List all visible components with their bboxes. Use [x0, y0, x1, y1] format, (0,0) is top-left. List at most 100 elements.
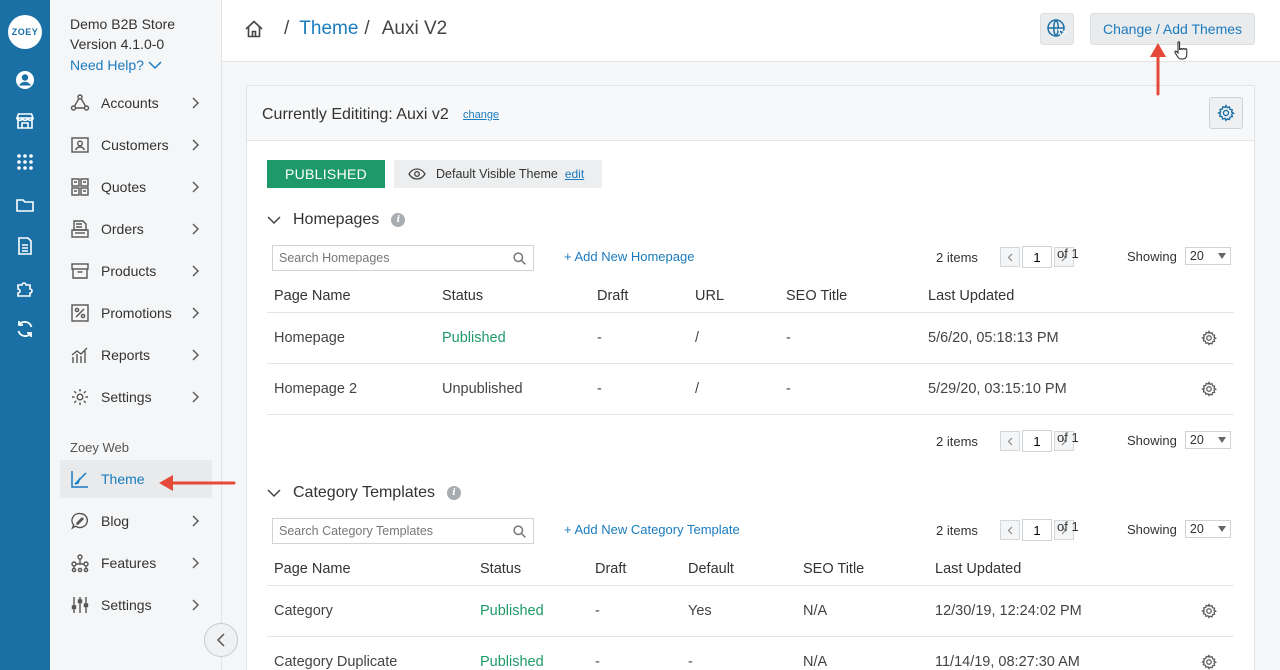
- promotions-icon: [71, 304, 89, 322]
- info-icon[interactable]: i: [391, 213, 406, 227]
- page-size-select[interactable]: 20: [1184, 520, 1231, 538]
- page-number-input[interactable]: [1022, 519, 1052, 541]
- chevron-left-icon: [216, 633, 225, 647]
- need-help-dropdown[interactable]: Need Help?: [70, 57, 162, 73]
- category-page-size: Showing 20: [1127, 520, 1231, 538]
- search-category-templates-input[interactable]: [273, 524, 503, 538]
- last-updated-cell: 5/29/20, 03:15:10 PM: [921, 363, 1194, 415]
- chevron-down-icon[interactable]: [267, 488, 281, 498]
- account-circle-icon[interactable]: [14, 69, 36, 91]
- gear-icon[interactable]: [1201, 602, 1217, 619]
- add-new-category-template-link[interactable]: + Add New Category Template: [564, 522, 740, 537]
- info-icon[interactable]: i: [447, 486, 461, 500]
- column-header: Draft: [590, 280, 688, 313]
- prev-page-button[interactable]: [1000, 520, 1020, 540]
- last-updated-cell: 11/14/19, 08:27:30 AM: [928, 636, 1194, 670]
- sidebar-item-products[interactable]: Products: [60, 252, 212, 290]
- refresh-icon[interactable]: [14, 318, 36, 340]
- sidebar-item-label: Reports: [101, 347, 151, 363]
- table-row[interactable]: Homepage Published - / - 5/6/20, 05:18:1…: [267, 312, 1234, 364]
- search-icon[interactable]: [513, 525, 526, 538]
- sidebar-item-quotes[interactable]: Quotes: [60, 168, 212, 206]
- showing-label: Showing: [1127, 521, 1177, 537]
- annotation-arrow-left: [159, 475, 236, 491]
- row-actions-cell: [1194, 363, 1234, 415]
- search-homepages-input[interactable]: [273, 251, 503, 265]
- store-icon[interactable]: [14, 110, 36, 132]
- chevron-right-icon: [192, 223, 199, 235]
- default-visible-theme-badge: Default Visible Theme edit: [394, 160, 602, 188]
- seo-title-cell: N/A: [796, 585, 928, 637]
- panel-title: Currently Edititing: Auxi v2: [262, 106, 449, 123]
- sidebar-item-reports[interactable]: Reports: [60, 336, 212, 374]
- quotes-icon: [71, 178, 89, 196]
- category-pager-top: 2 items: [936, 519, 1074, 541]
- orders-icon: [71, 220, 89, 238]
- breadcrumb-theme-link[interactable]: Theme: [299, 18, 358, 40]
- status-cell: Published: [473, 585, 588, 637]
- homepages-pager-bottom: 2 items: [936, 430, 1074, 452]
- page-number-input[interactable]: [1022, 430, 1052, 452]
- sidebar-item-accounts[interactable]: Accounts: [60, 84, 212, 122]
- table-row[interactable]: Homepage 2 Unpublished - / - 5/29/20, 03…: [267, 363, 1234, 415]
- column-header: Last Updated: [921, 280, 1194, 313]
- homepages-table: Page Name Status Draft URL SEO Title Las…: [267, 280, 1234, 415]
- change-theme-link[interactable]: change: [463, 109, 499, 121]
- page-total: of 1: [1057, 430, 1079, 445]
- prev-page-button[interactable]: [1000, 247, 1020, 267]
- sidebar-item-label: Settings: [101, 389, 152, 405]
- gear-icon[interactable]: [1201, 653, 1217, 670]
- gear-icon: [72, 389, 88, 405]
- sidebar-item-features[interactable]: Features: [60, 544, 212, 582]
- home-icon[interactable]: [244, 19, 264, 39]
- chevron-down-icon[interactable]: [267, 215, 281, 225]
- chevron-right-icon: [192, 265, 199, 277]
- customers-icon: [71, 137, 89, 153]
- document-icon[interactable]: [14, 235, 36, 257]
- table-header-row: Page Name Status Draft Default SEO Title…: [267, 553, 1234, 586]
- table-row[interactable]: Category Published - Yes N/A 12/30/19, 1…: [267, 585, 1234, 637]
- page-name-cell: Category: [267, 585, 473, 637]
- prev-page-button[interactable]: [1000, 431, 1020, 451]
- chevron-left-icon: [1007, 526, 1013, 534]
- add-new-homepage-link[interactable]: + Add New Homepage: [564, 249, 694, 264]
- search-category-templates: [272, 518, 534, 544]
- page-size-select[interactable]: 20: [1184, 431, 1231, 449]
- gear-icon[interactable]: [1201, 380, 1217, 397]
- sidebar-item-web-settings[interactable]: Settings: [60, 586, 212, 624]
- collapse-sidebar-button[interactable]: [204, 623, 238, 657]
- sidebar-item-promotions[interactable]: Promotions: [60, 294, 212, 332]
- sidebar-item-orders[interactable]: Orders: [60, 210, 212, 248]
- puzzle-icon[interactable]: [14, 277, 36, 299]
- column-header: Status: [473, 553, 588, 586]
- page-name-cell: Homepage 2: [267, 363, 435, 415]
- sidebar-item-blog[interactable]: Blog: [60, 502, 212, 540]
- chevron-right-icon: [192, 307, 199, 319]
- folder-icon[interactable]: [14, 194, 36, 216]
- table-row[interactable]: Category Duplicate Published - - N/A 11/…: [267, 636, 1234, 670]
- edit-visible-theme-link[interactable]: edit: [565, 167, 584, 181]
- category-pager-top-of: of 1: [1057, 519, 1079, 534]
- globe-button[interactable]: [1040, 13, 1074, 45]
- category-templates-section-header: Category Templates i: [267, 484, 461, 502]
- theme-settings-button[interactable]: [1209, 97, 1243, 129]
- column-header: Default: [681, 553, 796, 586]
- zoey-logo[interactable]: ZOEY: [8, 15, 42, 49]
- page-size-value: 20: [1189, 433, 1204, 447]
- sliders-icon: [71, 597, 89, 613]
- blog-icon: [71, 512, 89, 530]
- page-size-select[interactable]: 20: [1184, 247, 1231, 265]
- page-number-input[interactable]: [1022, 246, 1052, 268]
- apps-grid-icon[interactable]: [14, 151, 36, 173]
- published-badge: PUBLISHED: [267, 160, 385, 188]
- table-header-row: Page Name Status Draft URL SEO Title Las…: [267, 280, 1234, 313]
- column-header: URL: [688, 280, 779, 313]
- row-actions-cell: [1194, 585, 1234, 637]
- sidebar-item-customers[interactable]: Customers: [60, 126, 212, 164]
- sidebar-item-settings[interactable]: Settings: [60, 378, 212, 416]
- panel-header: Currently Edititing: Auxi v2 change: [247, 86, 1254, 141]
- column-header: Status: [435, 280, 590, 313]
- gear-icon[interactable]: [1201, 329, 1217, 346]
- search-icon[interactable]: [513, 252, 526, 265]
- reports-icon: [71, 347, 88, 363]
